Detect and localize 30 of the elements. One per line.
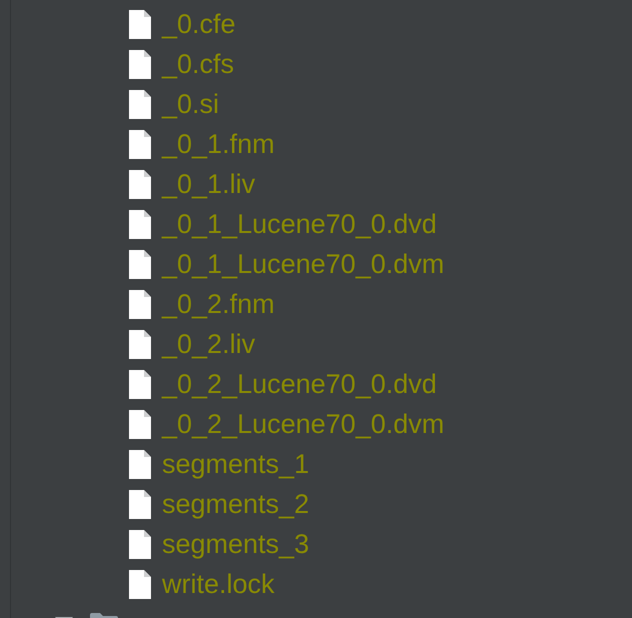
file-icon [129,210,151,238]
tree-item[interactable]: _0_1.fnm [129,128,275,160]
tree-item[interactable]: _0_1.liv [129,168,256,200]
file-icon [129,290,151,318]
tree-item[interactable]: _0_2_Lucene70_0.dvd [129,368,437,400]
tree-item[interactable]: segments_3 [129,528,310,560]
file-icon [129,10,151,38]
tree-item[interactable]: _0_2.liv [129,328,256,360]
file-icon [129,370,151,398]
tree-item[interactable]: _0.cfs [129,48,234,80]
file-icon [129,330,151,358]
file-icon [129,50,151,78]
tree-item[interactable]: segments_1 [129,448,310,480]
file-icon [129,450,151,478]
tree-item[interactable]: _0_2_Lucene70_0.dvm [129,408,444,440]
tree-item[interactable]: write.lock [129,568,275,600]
file-icon [129,530,151,558]
file-icon [129,490,151,518]
file-icon [129,170,151,198]
tree-item[interactable]: _0.cfe [129,8,236,40]
file-icon [129,410,151,438]
file-icon [129,250,151,278]
tree-item[interactable]: _0_2.fnm [129,288,275,320]
file-icon [129,90,151,118]
tree-item[interactable]: _0_1_Lucene70_0.dvd [129,208,437,240]
file-icon [129,570,151,598]
tree-item[interactable]: _0.si [129,88,220,120]
tree-item[interactable]: segments_2 [129,488,310,520]
file-icon [129,130,151,158]
tree-item[interactable]: _0_1_Lucene70_0.dvm [129,248,444,280]
